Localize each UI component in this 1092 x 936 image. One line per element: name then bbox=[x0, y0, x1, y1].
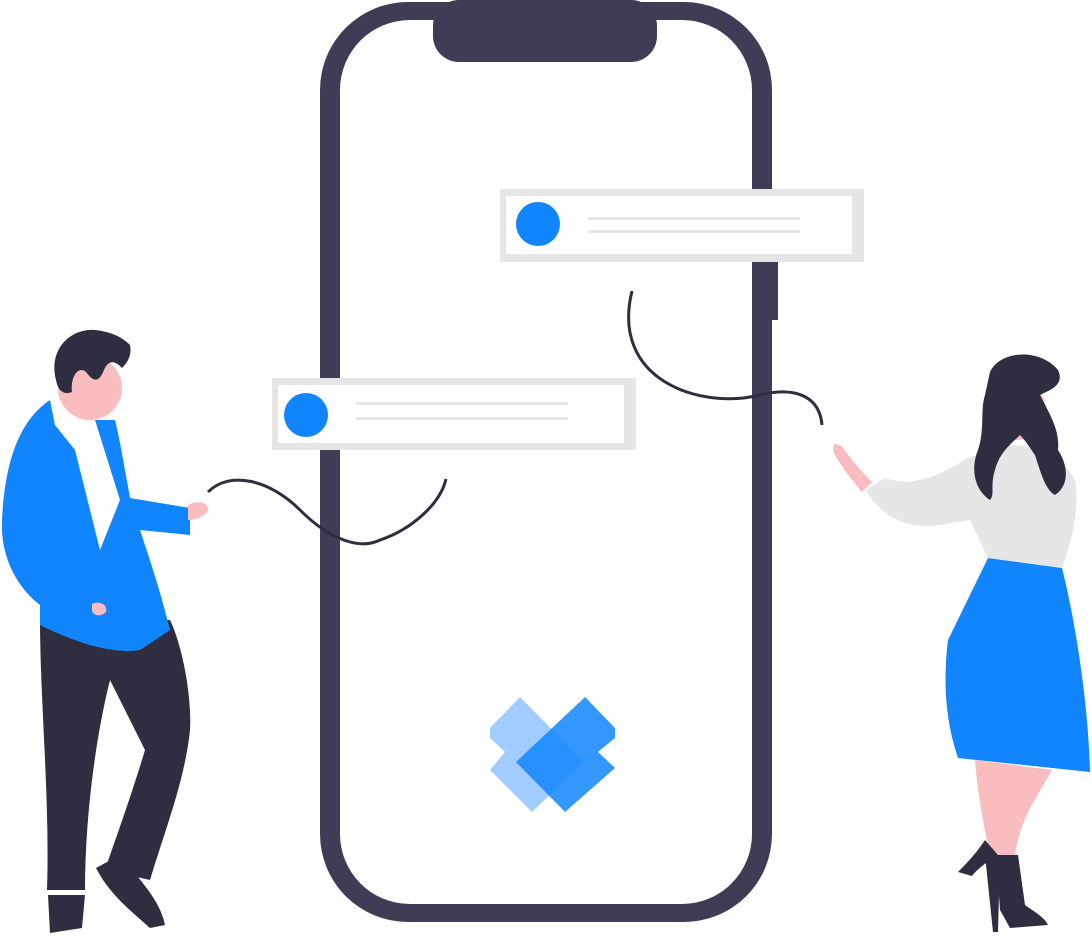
legs bbox=[975, 760, 1052, 855]
message-card-bottom bbox=[272, 378, 636, 450]
phone-side-button bbox=[770, 255, 778, 320]
right-hand bbox=[188, 502, 208, 520]
phone-chat-illustration bbox=[1, 0, 1090, 933]
heel bbox=[985, 855, 1000, 932]
phone-notch bbox=[433, 0, 657, 62]
pants bbox=[40, 620, 191, 890]
woman-figure bbox=[832, 354, 1090, 932]
text-line bbox=[588, 217, 800, 220]
man-figure bbox=[1, 329, 208, 933]
right-boot bbox=[996, 855, 1048, 928]
message-card-top bbox=[500, 189, 864, 262]
left-shoe bbox=[48, 895, 85, 933]
text-line bbox=[356, 417, 568, 420]
text-line bbox=[588, 230, 800, 233]
skirt bbox=[945, 558, 1090, 772]
avatar-icon bbox=[284, 393, 328, 437]
card-body bbox=[278, 385, 624, 443]
raised-hand bbox=[832, 444, 872, 492]
avatar-icon bbox=[516, 202, 560, 246]
text-line bbox=[356, 402, 568, 405]
illustration-canvas bbox=[0, 0, 1092, 936]
